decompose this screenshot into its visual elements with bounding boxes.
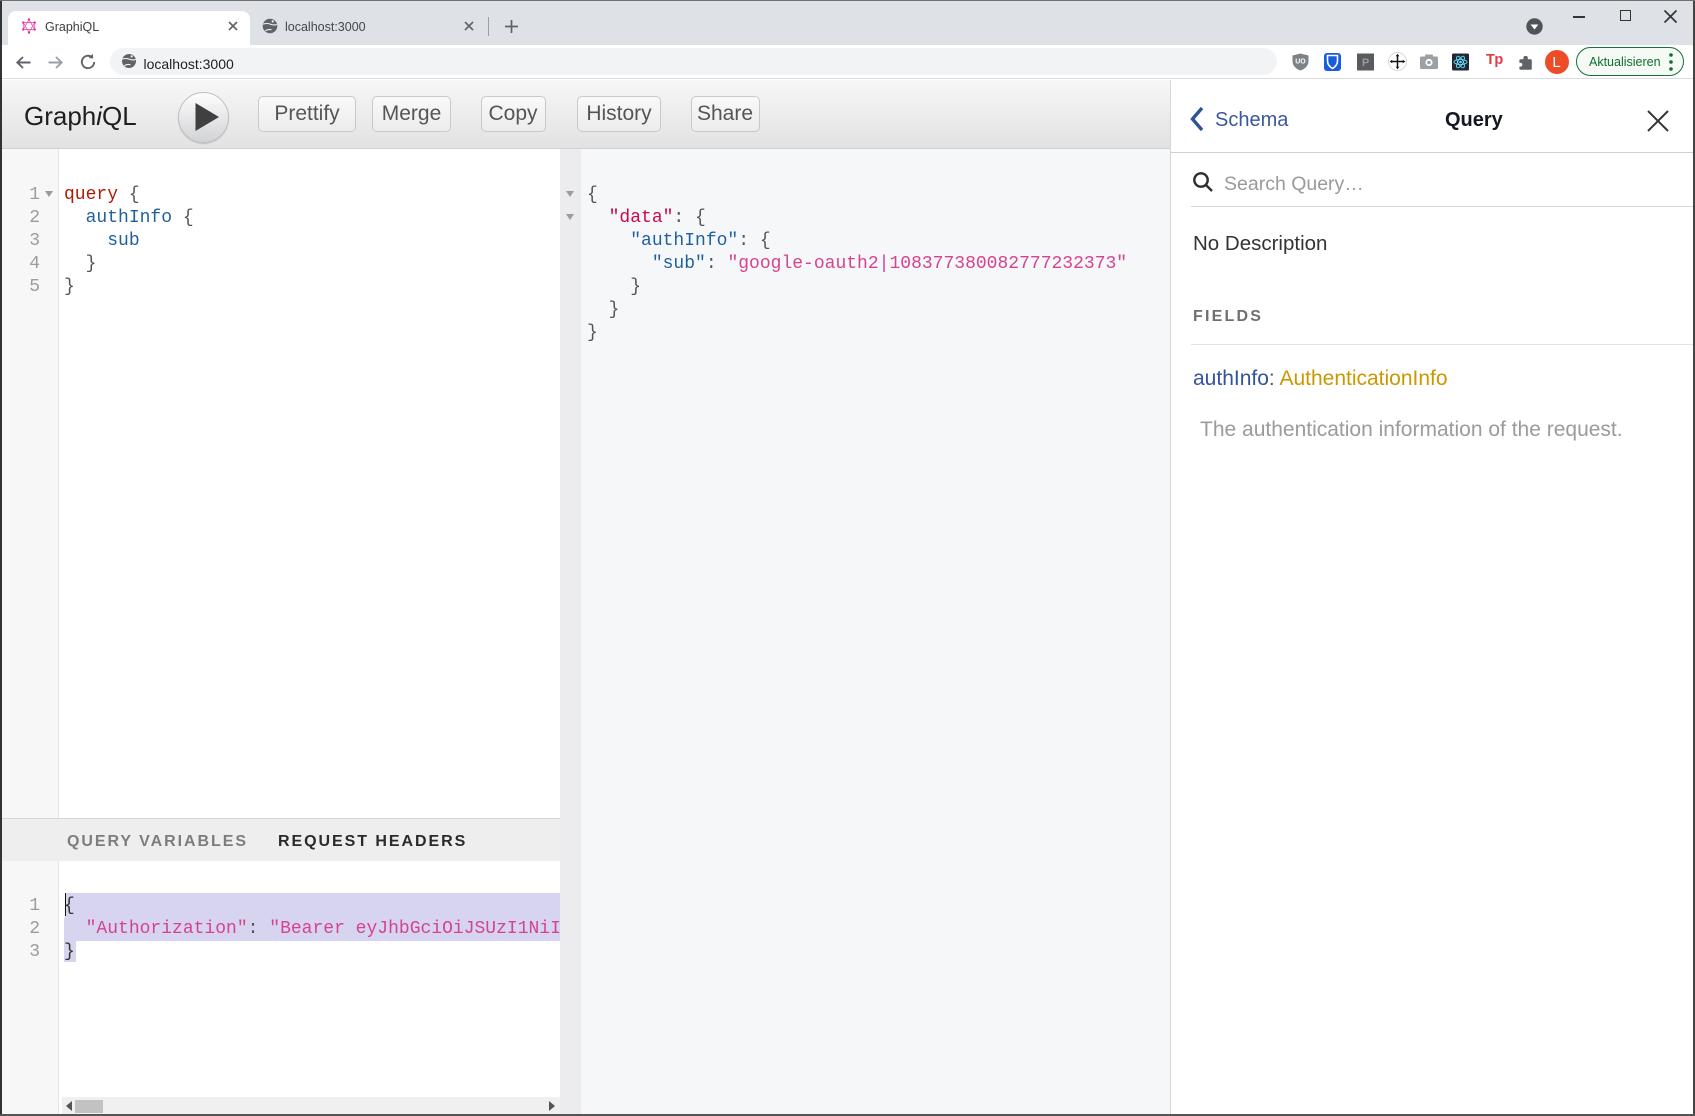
svg-text:P: P (1362, 57, 1369, 69)
svg-text:UO: UO (1295, 59, 1306, 66)
